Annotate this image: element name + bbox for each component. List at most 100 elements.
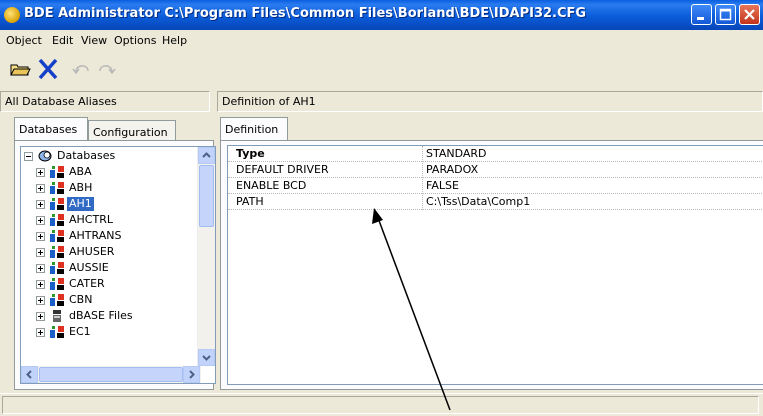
expand-icon[interactable] <box>36 168 45 177</box>
delete-button[interactable] <box>36 57 60 81</box>
definition-row[interactable]: Type STANDARD <box>228 146 763 162</box>
menu-help[interactable]: Help <box>162 34 187 47</box>
title-bar[interactable]: BDE Administrator C:\Program Files\Commo… <box>0 0 763 30</box>
database-alias-icon <box>50 278 64 290</box>
definition-header: Definition of AH1 <box>217 91 763 112</box>
tree-item-label: AUSSIE <box>69 261 109 274</box>
maximize-icon <box>719 8 732 21</box>
database-tree[interactable]: Databases ABA ABH AH1 AHCTRL AHTRANS AHUSER AU… <box>20 146 216 384</box>
database-alias-icon <box>50 294 64 306</box>
tree-root-label: Databases <box>57 149 116 162</box>
undo-button[interactable] <box>70 57 94 81</box>
expand-icon[interactable] <box>36 216 45 225</box>
definition-key: DEFAULT DRIVER <box>236 163 329 176</box>
tree-item[interactable]: ABH <box>21 180 199 196</box>
tree-item[interactable]: ABA <box>21 164 199 180</box>
expand-icon[interactable] <box>36 296 45 305</box>
bde-app-icon <box>4 7 20 23</box>
scroll-down-button[interactable] <box>198 349 215 366</box>
menu-object[interactable]: Object <box>6 34 42 47</box>
tree-item-label: EC1 <box>69 325 91 338</box>
undo-icon <box>72 65 89 75</box>
chevron-right-icon <box>189 370 195 379</box>
definition-value[interactable]: C:\Tss\Data\Comp1 <box>426 195 530 208</box>
tree-item[interactable]: EC1 <box>21 324 199 340</box>
tree-item-label: AHCTRL <box>69 213 113 226</box>
definition-row[interactable]: DEFAULT DRIVER PARADOX <box>228 162 763 178</box>
redo-button[interactable] <box>94 57 118 81</box>
definition-row[interactable]: PATH C:\Tss\Data\Comp1 <box>228 194 763 210</box>
chevron-up-icon <box>202 152 211 158</box>
database-alias-icon <box>50 182 64 194</box>
horizontal-scroll-thumb[interactable] <box>39 367 183 382</box>
tree-item[interactable]: dBASE Files <box>21 308 199 324</box>
expand-icon[interactable] <box>36 200 45 209</box>
collapse-icon[interactable] <box>24 152 33 161</box>
tree-item[interactable]: AH1 <box>21 196 199 212</box>
toolbar <box>0 53 763 89</box>
menu-bar: Object Edit View Options Help <box>0 30 763 50</box>
expand-icon[interactable] <box>36 264 45 273</box>
tree-item[interactable]: CBN <box>21 292 199 308</box>
delete-icon <box>38 58 58 80</box>
menu-view[interactable]: View <box>81 34 107 47</box>
scroll-up-button[interactable] <box>198 147 215 164</box>
expand-icon[interactable] <box>36 280 45 289</box>
tree-item-label: ABH <box>69 181 93 194</box>
tree-item-label: AH1 <box>67 197 94 211</box>
tree-item[interactable]: CATER <box>21 276 199 292</box>
tab-definition[interactable]: Definition <box>220 117 288 141</box>
left-tabstrip: Databases Configuration <box>14 117 214 141</box>
expand-icon[interactable] <box>36 232 45 241</box>
expand-icon[interactable] <box>36 328 45 337</box>
database-alias-icon <box>50 198 64 210</box>
close-button[interactable] <box>739 4 760 25</box>
open-button[interactable] <box>8 57 32 81</box>
scroll-thumb[interactable] <box>199 165 214 227</box>
expand-icon[interactable] <box>36 312 45 321</box>
tree-horizontal-scrollbar[interactable] <box>21 366 201 383</box>
tree-root[interactable]: Databases <box>21 148 201 164</box>
definition-key: PATH <box>236 195 264 208</box>
maximize-button[interactable] <box>715 4 736 25</box>
tree-item-label: AHUSER <box>69 245 115 258</box>
definition-grid: Type STANDARD DEFAULT DRIVER PARADOX ENABLE … <box>227 145 763 385</box>
menu-edit[interactable]: Edit <box>52 34 73 47</box>
redo-icon <box>99 65 116 75</box>
close-icon <box>744 9 755 20</box>
tree-item[interactable]: AHUSER <box>21 244 199 260</box>
definition-value[interactable]: FALSE <box>426 179 459 192</box>
menu-options[interactable]: Options <box>114 34 156 47</box>
database-alias-icon <box>50 326 64 338</box>
tab-databases[interactable]: Databases <box>14 117 88 141</box>
tree-item-label: CBN <box>69 293 93 306</box>
tree-item-label: AHTRANS <box>69 229 122 242</box>
database-alias-icon <box>50 246 64 258</box>
definition-key: ENABLE BCD <box>236 179 307 192</box>
dbase-alias-icon <box>53 310 61 322</box>
chevron-left-icon <box>26 370 32 379</box>
open-icon <box>10 64 31 76</box>
expand-icon[interactable] <box>36 184 45 193</box>
definition-key: Type <box>236 147 265 160</box>
tree-item-label: CATER <box>69 277 105 290</box>
tree-item[interactable]: AHTRANS <box>21 228 199 244</box>
tree-item-label: ABA <box>69 165 92 178</box>
minimize-icon <box>697 17 704 20</box>
status-panel <box>2 396 759 414</box>
tree-item[interactable]: AUSSIE <box>21 260 199 276</box>
definition-row[interactable]: ENABLE BCD FALSE <box>228 178 763 194</box>
tree-vertical-scrollbar[interactable] <box>197 147 215 366</box>
chevron-down-icon <box>202 355 211 361</box>
expand-icon[interactable] <box>36 248 45 257</box>
definition-value[interactable]: STANDARD <box>426 147 487 160</box>
window-title: BDE Administrator C:\Program Files\Commo… <box>24 6 587 21</box>
definition-value[interactable]: PARADOX <box>426 163 478 176</box>
databases-root-icon <box>38 150 52 162</box>
status-bar <box>0 393 763 416</box>
tab-configuration[interactable]: Configuration <box>88 120 176 141</box>
scroll-right-button[interactable] <box>183 366 200 383</box>
scroll-left-button[interactable] <box>21 366 38 383</box>
minimize-button[interactable] <box>691 4 712 25</box>
tree-item[interactable]: AHCTRL <box>21 212 199 228</box>
